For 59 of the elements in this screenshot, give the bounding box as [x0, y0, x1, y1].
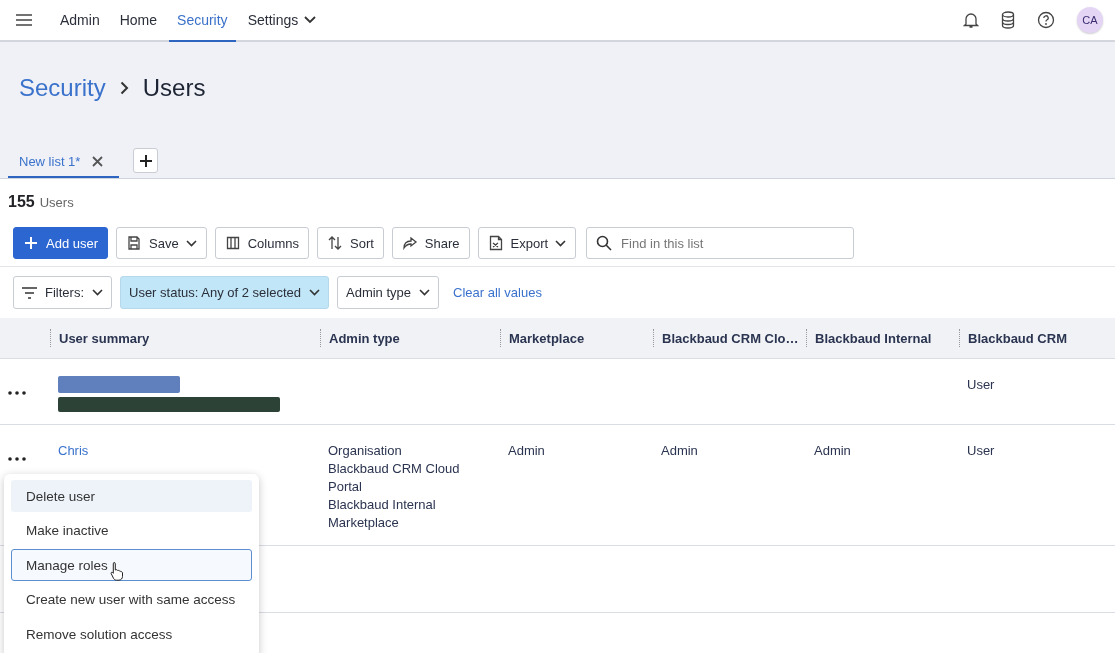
- column-header[interactable]: Blackbaud CRM Clo…: [662, 330, 799, 346]
- table-cell: Admin: [814, 442, 851, 460]
- table-cell: User: [967, 442, 995, 460]
- chevron-down-icon: [419, 289, 431, 296]
- chevron-down-icon: [309, 289, 320, 296]
- more-options-icon[interactable]: [8, 457, 26, 461]
- menu-item[interactable]: Make inactive: [11, 514, 252, 547]
- bell-icon[interactable]: [963, 11, 979, 29]
- column-header[interactable]: User summary: [59, 330, 150, 346]
- menu-icon[interactable]: [16, 14, 32, 26]
- page-title: Users: [142, 74, 206, 102]
- chevron-right-icon: [119, 81, 129, 95]
- column-header[interactable]: Admin type: [329, 330, 400, 346]
- database-icon[interactable]: [1001, 11, 1015, 29]
- filter-button[interactable]: Filters:: [13, 276, 112, 309]
- toolbar-button[interactable]: Sort: [317, 227, 384, 259]
- pointer-cursor-icon: [110, 561, 124, 581]
- user-name-link[interactable]: Chris: [58, 443, 89, 458]
- help-icon[interactable]: [1037, 11, 1055, 29]
- list-tab-label: New list 1*: [19, 154, 81, 169]
- plus-icon: [138, 153, 153, 168]
- column-header[interactable]: Blackbaud CRM: [968, 330, 1067, 346]
- table-cell: Organisation Blackbaud CRM Cloud Portal Blackbaud Internal Marketplace: [328, 442, 460, 532]
- nav-tab[interactable]: Home: [111, 0, 166, 42]
- toolbar-button[interactable]: Columns: [214, 227, 309, 259]
- toolbar-button[interactable]: Export: [477, 227, 577, 259]
- columns-icon: [224, 235, 241, 251]
- sort-arrows-icon: [327, 235, 343, 251]
- share-icon: [401, 235, 418, 251]
- menu-item[interactable]: Manage roles: [11, 549, 252, 581]
- filter-button[interactable]: Admin type: [337, 276, 440, 309]
- toolbar-button[interactable]: Share: [391, 227, 470, 259]
- filter-button[interactable]: User status: Any of 2 selected: [120, 276, 329, 309]
- menu-item[interactable]: Delete user: [11, 480, 252, 512]
- filter-icon: [22, 286, 37, 299]
- column-header[interactable]: Marketplace: [509, 330, 585, 346]
- menu-item[interactable]: Create new user with same access: [11, 583, 252, 616]
- clear-values-link[interactable]: Clear all values: [453, 285, 542, 300]
- chevron-down-icon: [92, 289, 103, 296]
- nav-tab[interactable]: Settings: [239, 0, 325, 42]
- more-options-icon[interactable]: [8, 391, 26, 395]
- table-cell: Admin: [508, 442, 545, 460]
- toolbar-button[interactable]: Add user: [13, 227, 109, 259]
- search-field[interactable]: Find in this list: [586, 227, 855, 259]
- table-cell: User: [967, 376, 995, 394]
- nav-tab[interactable]: Admin: [52, 0, 108, 42]
- user-avatar[interactable]: CA: [1077, 7, 1103, 33]
- record-count: 155: [8, 193, 35, 211]
- table-cell: Admin: [661, 442, 698, 460]
- list-tab[interactable]: New list 1*: [8, 146, 120, 178]
- record-count-label: Users: [39, 195, 74, 210]
- column-header[interactable]: Blackbaud Internal: [815, 330, 932, 346]
- breadcrumb-link[interactable]: Security: [19, 74, 106, 102]
- toolbar-button[interactable]: Save: [116, 227, 207, 259]
- menu-item[interactable]: Remove solution access: [11, 618, 252, 650]
- file-icon: [487, 235, 504, 251]
- add-tab-button[interactable]: [133, 148, 159, 173]
- plus-icon: [23, 235, 39, 251]
- close-icon[interactable]: [92, 156, 104, 167]
